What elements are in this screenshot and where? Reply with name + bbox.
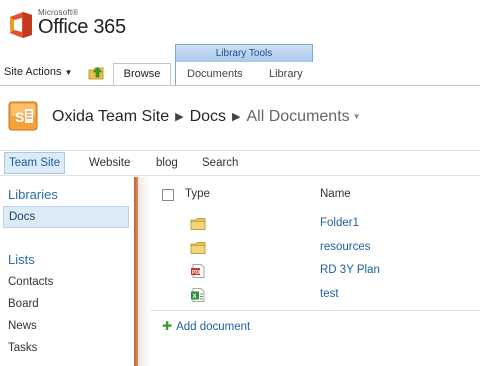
plus-icon: ✚ bbox=[162, 319, 173, 333]
svg-text:X: X bbox=[192, 293, 197, 300]
ql-heading-libraries[interactable]: Libraries bbox=[8, 187, 58, 202]
list-item-name-link[interactable]: RD 3Y Plan bbox=[320, 264, 380, 276]
list-divider bbox=[150, 310, 480, 311]
breadcrumb-arrow-icon: ▶ bbox=[232, 111, 241, 123]
chevron-down-icon: ▼ bbox=[64, 68, 73, 77]
topnav-item-team-site[interactable]: Team Site bbox=[4, 152, 66, 174]
ql-item-news[interactable]: News bbox=[8, 320, 37, 332]
quick-launch-shadow bbox=[138, 177, 150, 366]
library-tools-group: Library Tools Documents Library bbox=[175, 44, 314, 87]
office365-wordmark: Office 365 bbox=[38, 16, 126, 38]
site-actions-label: Site Actions bbox=[4, 66, 62, 78]
tab-library[interactable]: Library bbox=[269, 68, 303, 80]
excel-document-icon: X bbox=[191, 288, 205, 302]
ql-item-contacts[interactable]: Contacts bbox=[8, 276, 53, 288]
quick-launch: Libraries Docs Lists Contacts Board News… bbox=[0, 177, 134, 366]
folder-icon bbox=[190, 242, 206, 254]
column-header-type[interactable]: Type bbox=[185, 188, 210, 200]
breadcrumb-library-link[interactable]: Docs bbox=[190, 108, 226, 125]
topnav-item-blog[interactable]: blog bbox=[156, 151, 178, 175]
ribbon-divider bbox=[0, 85, 480, 86]
select-all-checkbox[interactable] bbox=[162, 189, 174, 201]
sharepoint-site-icon[interactable]: S bbox=[8, 101, 38, 131]
tab-browse[interactable]: Browse bbox=[113, 63, 171, 86]
office365-logo[interactable]: Microsoft® Office 365 bbox=[8, 8, 128, 40]
add-document-label: Add document bbox=[176, 321, 251, 333]
ql-item-board[interactable]: Board bbox=[8, 298, 39, 310]
list-item-name-link[interactable]: Folder1 bbox=[320, 217, 359, 229]
breadcrumb-site-link[interactable]: Oxida Team Site bbox=[52, 108, 169, 125]
breadcrumb-view-label: All Documents bbox=[246, 108, 350, 125]
chevron-down-icon: ▼ bbox=[352, 112, 361, 121]
ribbon-tab-row: Site Actions ▼ Browse Library Tools Docum… bbox=[0, 44, 480, 87]
ql-heading-lists[interactable]: Lists bbox=[8, 252, 35, 267]
svg-text:PDF: PDF bbox=[192, 270, 202, 276]
library-tools-label: Library Tools bbox=[176, 45, 312, 62]
breadcrumb: Oxida Team Site ▶ Docs ▶ All Documents ▼ bbox=[52, 108, 361, 126]
folder-icon bbox=[190, 218, 206, 230]
add-document-link[interactable]: ✚ Add document bbox=[162, 319, 250, 333]
navigate-up-icon[interactable] bbox=[88, 66, 104, 80]
column-header-name[interactable]: Name bbox=[320, 188, 351, 200]
ql-item-docs[interactable]: Docs bbox=[3, 206, 129, 228]
document-list: Type Name Folder1 resources PDF RD 3Y Pl… bbox=[150, 177, 480, 366]
site-actions-menu[interactable]: Site Actions ▼ bbox=[4, 66, 72, 78]
library-tools-tabs: Documents Library bbox=[176, 62, 314, 87]
svg-text:S: S bbox=[15, 109, 24, 125]
page-title-row: S Oxida Team Site ▶ Docs ▶ All Documents ▼ bbox=[0, 92, 480, 142]
ql-item-tasks[interactable]: Tasks bbox=[8, 342, 37, 354]
pdf-document-icon: PDF bbox=[191, 264, 205, 278]
tab-documents[interactable]: Documents bbox=[187, 68, 243, 80]
topnav-item-website[interactable]: Website bbox=[89, 151, 130, 175]
top-navigation: Team Site Website blog Search bbox=[0, 150, 480, 176]
breadcrumb-arrow-icon: ▶ bbox=[175, 111, 184, 123]
list-item-name-link[interactable]: test bbox=[320, 288, 339, 300]
breadcrumb-view-selector[interactable]: All Documents ▼ bbox=[246, 108, 360, 125]
topnav-item-search[interactable]: Search bbox=[202, 151, 238, 175]
office-logo-icon bbox=[10, 12, 32, 38]
list-item-name-link[interactable]: resources bbox=[320, 241, 371, 253]
office365-header: Microsoft® Office 365 bbox=[0, 0, 480, 44]
